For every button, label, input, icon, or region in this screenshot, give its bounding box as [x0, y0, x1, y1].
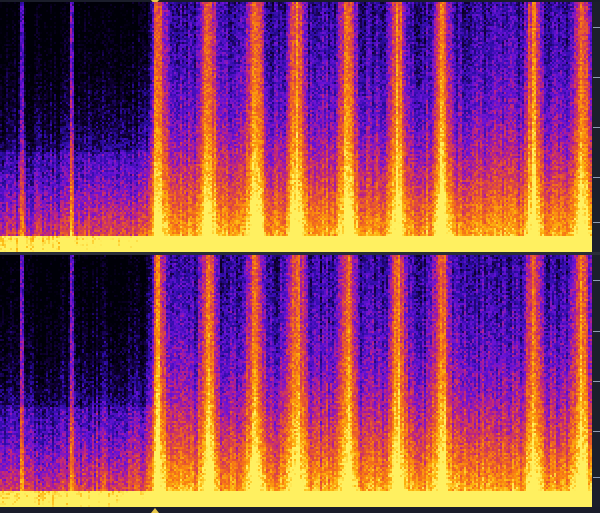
ruler-tick: [593, 477, 600, 478]
ruler-tick: [593, 280, 600, 281]
ruler-tick: [593, 77, 600, 78]
ruler-tick: [593, 331, 600, 332]
ruler-tick: [593, 177, 600, 178]
ruler-tick: [593, 127, 600, 128]
frequency-ruler-channel-1: [592, 2, 600, 252]
ruler-tick: [593, 381, 600, 382]
ruler-tick: [593, 222, 600, 223]
timeline-strip-bottom[interactable]: [0, 507, 600, 513]
spectrogram-view[interactable]: [0, 0, 600, 513]
ruler-tick: [593, 431, 600, 432]
spectrogram-channel-2[interactable]: [0, 255, 592, 507]
spectrogram-channel-1[interactable]: [0, 2, 592, 252]
frequency-ruler-channel-2: [592, 255, 600, 507]
ruler-tick: [593, 27, 600, 28]
playhead-marker-bottom[interactable]: [151, 508, 159, 513]
